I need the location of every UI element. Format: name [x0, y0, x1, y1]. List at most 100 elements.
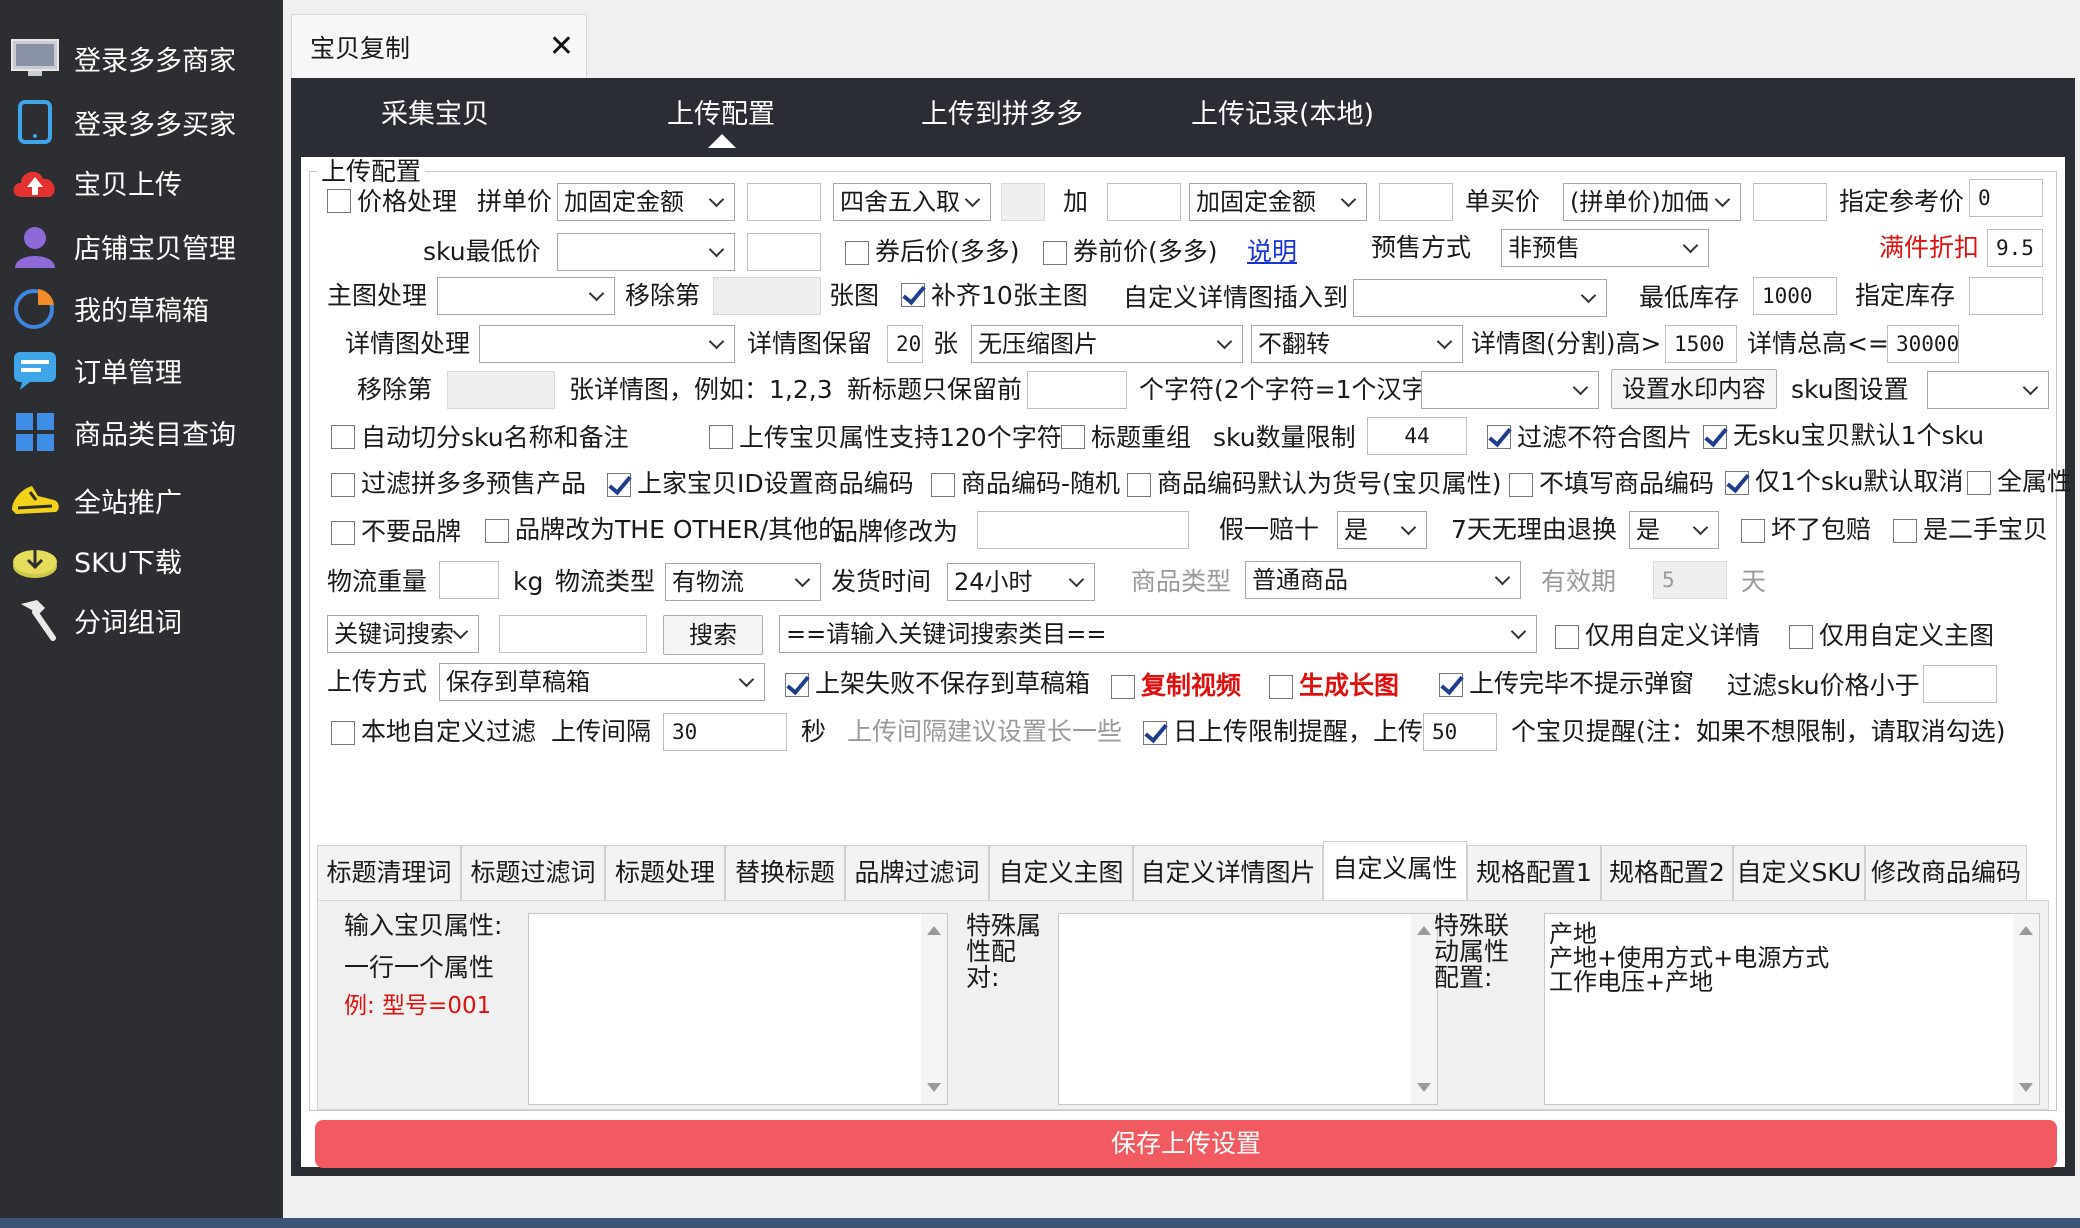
set-code-checkbox[interactable]	[607, 473, 631, 497]
subtab-custom-attr[interactable]: 自定义属性	[1323, 841, 1467, 903]
subtab-title-filter[interactable]: 标题过滤词	[461, 845, 605, 901]
seven-days-select[interactable]: 是	[1629, 511, 1719, 549]
fake-ten-select[interactable]: 是	[1337, 511, 1427, 549]
chars-select[interactable]	[1421, 371, 1599, 409]
detail-remove-nth-input[interactable]	[447, 371, 555, 409]
close-icon[interactable]: ✕	[549, 29, 574, 64]
full-discount-input[interactable]: 9.5	[1987, 229, 2043, 267]
keyword-input[interactable]	[499, 615, 647, 653]
save-upload-settings-button[interactable]: 保存上传设置	[315, 1120, 2057, 1168]
keyword-search-select[interactable]: 关键词搜索	[327, 615, 479, 653]
only-detail-checkbox[interactable]	[1555, 625, 1579, 649]
presale-select[interactable]: 非预售	[1501, 229, 1709, 267]
subtab-custom-main[interactable]: 自定义主图	[989, 845, 1133, 901]
sidebar-item-category-query[interactable]: 商品类目查询	[6, 404, 276, 460]
category-select[interactable]: ==请输入关键词搜索类目==	[779, 615, 1537, 653]
daily-limit-checkbox[interactable]	[1143, 721, 1167, 745]
scroll-down-icon[interactable]	[927, 1083, 941, 1092]
code-default-checkbox[interactable]	[1127, 473, 1151, 497]
sidebar-item-orders[interactable]: 订单管理	[6, 342, 276, 398]
remove-nth-input[interactable]	[713, 277, 821, 315]
attr-textarea[interactable]	[528, 913, 948, 1105]
scroll-down-icon[interactable]	[1417, 1083, 1431, 1092]
after-coupon-checkbox[interactable]	[845, 241, 869, 265]
logistics-select[interactable]: 有物流	[665, 563, 821, 601]
add-amount-input[interactable]	[1107, 183, 1181, 221]
all-attr-checkbox[interactable]	[1967, 471, 1991, 495]
sidebar-item-promotion[interactable]: 全站推广	[6, 472, 276, 528]
interval-input[interactable]: 30	[663, 713, 787, 751]
brand-other-checkbox[interactable]	[485, 519, 509, 543]
copy-video-checkbox[interactable]	[1111, 675, 1135, 699]
detail-proc-select[interactable]	[479, 325, 735, 363]
custom-detail-select[interactable]	[1353, 279, 1607, 317]
sku-limit-input[interactable]: 44	[1367, 417, 1467, 455]
broken-checkbox[interactable]	[1741, 519, 1765, 543]
fill10-checkbox[interactable]	[901, 283, 925, 307]
tab-collect[interactable]: 采集宝贝	[381, 92, 489, 131]
one-sku-cancel-checkbox[interactable]	[1725, 471, 1749, 495]
min-stock-input[interactable]: 1000	[1753, 277, 1837, 315]
subtab-spec2[interactable]: 规格配置2	[1601, 845, 1733, 901]
special-pair-textarea[interactable]	[1058, 913, 1438, 1105]
tab-upload-config[interactable]: 上传配置	[667, 92, 775, 131]
compress-select[interactable]: 无压缩图片	[971, 325, 1243, 363]
set-stock-input[interactable]	[1969, 277, 2043, 315]
only-main-checkbox[interactable]	[1789, 625, 1813, 649]
price-process-checkbox[interactable]	[327, 189, 351, 213]
local-filter-checkbox[interactable]	[331, 721, 355, 745]
sidebar-item-word-split[interactable]: 分词组词	[6, 592, 276, 648]
single-price-select[interactable]: (拼单价)加価	[1563, 183, 1741, 221]
daily-limit-input[interactable]: 50	[1423, 713, 1497, 751]
filter-img-checkbox[interactable]	[1487, 425, 1511, 449]
subtab-custom-detail[interactable]: 自定义详情图片	[1133, 845, 1323, 901]
subtab-modify-code[interactable]: 修改商品编码	[1865, 845, 2027, 901]
add-mode-amount-input[interactable]	[1379, 183, 1453, 221]
no-sku-checkbox[interactable]	[1703, 425, 1727, 449]
weight-input[interactable]	[439, 561, 499, 599]
upload-mode-select[interactable]: 保存到草稿箱	[439, 663, 765, 701]
new-title-input[interactable]	[1027, 371, 1127, 409]
fail-no-save-checkbox[interactable]	[785, 673, 809, 697]
group-price-amount-input[interactable]	[747, 183, 821, 221]
group-price-mode-select[interactable]: 加固定金额	[557, 183, 735, 221]
brand-change-input[interactable]	[977, 511, 1189, 549]
subtab-custom-sku[interactable]: 自定义SKU	[1733, 845, 1865, 901]
attr120-checkbox[interactable]	[709, 425, 733, 449]
long-img-checkbox[interactable]	[1269, 675, 1293, 699]
scroll-up-icon[interactable]	[927, 926, 941, 935]
sidebar-item-login-merchant[interactable]: 登录多多商家	[6, 30, 276, 86]
subtab-title-process[interactable]: 标题处理	[605, 845, 725, 901]
title-regroup-checkbox[interactable]	[1061, 425, 1085, 449]
search-button[interactable]: 搜索	[663, 615, 763, 655]
window-tab[interactable]: 宝贝复制 ✕	[291, 14, 587, 78]
scroll-down-icon[interactable]	[2019, 1083, 2033, 1092]
add-mode-select[interactable]: 加固定金额	[1189, 183, 1367, 221]
subtab-replace-title[interactable]: 替换标题	[725, 845, 845, 901]
explain-link[interactable]: 说明	[1247, 237, 1297, 267]
ship-time-select[interactable]: 24小时	[947, 563, 1095, 601]
rounding-select[interactable]: 四舍五入取	[833, 183, 991, 221]
tab-upload-pdd[interactable]: 上传到拼多多	[921, 92, 1083, 131]
goods-type-select[interactable]: 普通商品	[1245, 561, 1521, 599]
second-hand-checkbox[interactable]	[1893, 519, 1917, 543]
split-height-input[interactable]: 1500	[1665, 325, 1737, 363]
scroll-up-icon[interactable]	[1417, 926, 1431, 935]
ref-price-input[interactable]: 0	[1969, 179, 2043, 217]
rounding-digits-input[interactable]	[1001, 183, 1045, 221]
sidebar-item-shop-goods[interactable]: 店铺宝贝管理	[6, 218, 276, 274]
tab-upload-records[interactable]: 上传记录(本地)	[1191, 92, 1374, 131]
special-link-textarea[interactable]: 产地 产地+使用方式+电源方式 工作电压+产地	[1544, 913, 2040, 1105]
total-height-input[interactable]: 30000	[1887, 325, 1959, 363]
no-brand-checkbox[interactable]	[331, 521, 355, 545]
watermark-button[interactable]: 设置水印内容	[1611, 369, 1777, 409]
subtab-title-clean[interactable]: 标题清理词	[317, 845, 461, 901]
before-coupon-checkbox[interactable]	[1043, 241, 1067, 265]
sidebar-item-sku-download[interactable]: SKU下载	[6, 532, 276, 588]
validity-input[interactable]: 5	[1653, 561, 1727, 599]
no-code-checkbox[interactable]	[1509, 473, 1533, 497]
subtab-brand-filter[interactable]: 品牌过滤词	[845, 845, 989, 901]
no-popup-checkbox[interactable]	[1439, 673, 1463, 697]
filter-sku-price-input[interactable]	[1923, 665, 1997, 703]
sku-low-select[interactable]	[557, 233, 735, 271]
